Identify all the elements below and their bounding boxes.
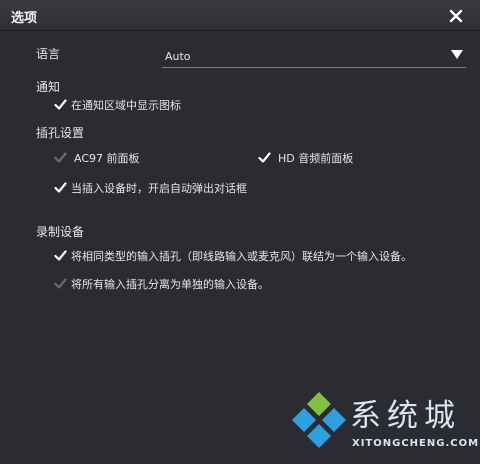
combine-inputs-label: 将相同类型的输入插孔（即线路输入或麦克风）联结为一个输入设备。: [71, 250, 412, 263]
checkmark-disabled-icon[interactable]: [54, 151, 67, 164]
auto-popup-label: 当插入设备时，开启自动弹出对话框: [71, 182, 247, 195]
separate-inputs-label: 将所有输入插孔分离为单独的输入设备。: [71, 278, 269, 291]
title-bar: 选项: [0, 0, 480, 31]
checkmark-icon[interactable]: [258, 151, 271, 164]
hd-audio-label: HD 音频前面板: [278, 152, 354, 165]
language-label: 语言: [36, 47, 61, 61]
checkmark-disabled-icon[interactable]: [54, 277, 67, 290]
jack-heading: 插孔设置: [36, 126, 85, 140]
show-tray-icon-label: 在通知区域中显示图标: [71, 99, 181, 112]
language-dropdown[interactable]: Auto: [162, 45, 466, 68]
language-selected-value: Auto: [165, 50, 191, 63]
dropdown-arrow-icon: [451, 50, 463, 59]
watermark: 系统城 XITONGCHENG.COM: [290, 390, 480, 460]
watermark-logo-icon: [292, 392, 346, 448]
record-heading: 录制设备: [36, 225, 85, 239]
checkmark-icon[interactable]: [54, 181, 67, 194]
close-icon[interactable]: [448, 8, 464, 24]
checkmark-icon[interactable]: [54, 249, 67, 262]
notify-heading: 通知: [36, 80, 61, 94]
window-title: 选项: [11, 11, 38, 26]
checkmark-icon[interactable]: [54, 98, 67, 111]
watermark-name: 系统城: [350, 398, 461, 434]
watermark-site: XITONGCHENG.COM: [352, 438, 480, 449]
ac97-label: AC97 前面板: [74, 152, 140, 165]
